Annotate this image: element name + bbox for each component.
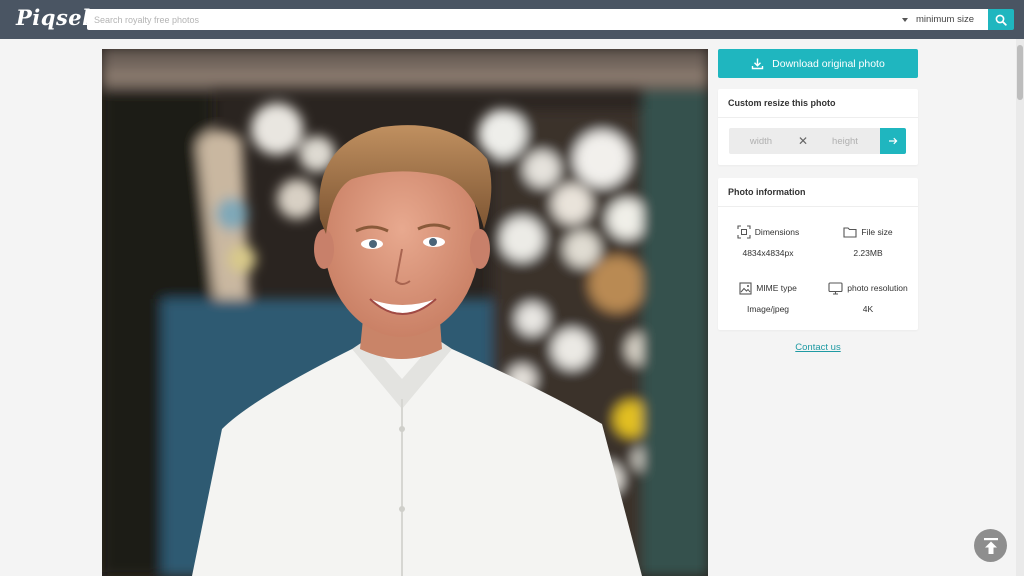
- mime-type-value: Image/jpeg: [746, 304, 790, 314]
- search-bar: minimum size: [87, 9, 988, 30]
- file-size-label: File size: [861, 227, 893, 237]
- search-icon: [995, 14, 1007, 26]
- resize-fields: width ✕ height: [729, 128, 880, 154]
- contact-us-link[interactable]: Contact us: [718, 342, 918, 353]
- top-header: Piqsels minimum size: [0, 0, 1024, 39]
- page-scrollbar[interactable]: [1016, 39, 1024, 576]
- info-item-mime-type: MIME type Image/jpeg: [718, 280, 818, 314]
- image-icon: [739, 281, 752, 295]
- photo-illustration: [102, 49, 708, 576]
- photo-information-card: Photo information Dimensions 4834x4834px…: [718, 178, 918, 330]
- photo-resolution-value: 4K: [862, 304, 874, 314]
- download-original-button[interactable]: Download original photo: [718, 49, 918, 78]
- back-to-top-button[interactable]: [974, 529, 1007, 562]
- minimum-size-label: minimum size: [915, 14, 974, 25]
- file-size-value: 2.23MB: [853, 248, 883, 258]
- dimensions-label: Dimensions: [754, 227, 800, 237]
- dimensions-value: 4834x4834px: [742, 248, 794, 258]
- resize-width-field[interactable]: width: [729, 136, 793, 147]
- folder-icon: [843, 227, 857, 238]
- download-original-label: Download original photo: [772, 57, 885, 70]
- custom-resize-card: Custom resize this photo width ✕ height: [718, 89, 918, 165]
- arrow-up-icon: [983, 537, 998, 554]
- photo-resolution-label: photo resolution: [847, 283, 908, 293]
- resize-submit-button[interactable]: [880, 128, 906, 154]
- info-item-dimensions: Dimensions 4834x4834px: [718, 224, 818, 258]
- mime-type-label: MIME type: [756, 283, 797, 293]
- custom-resize-title: Custom resize this photo: [718, 89, 918, 118]
- minimum-size-dropdown[interactable]: minimum size: [901, 9, 974, 30]
- portrait-photo[interactable]: [102, 49, 708, 576]
- times-icon: ✕: [797, 134, 809, 148]
- search-button[interactable]: [988, 9, 1014, 30]
- scrollbar-thumb[interactable]: [1017, 45, 1023, 100]
- caret-down-icon: [901, 17, 908, 22]
- info-item-photo-resolution: photo resolution 4K: [818, 280, 918, 314]
- resize-height-field[interactable]: height: [813, 136, 877, 147]
- resize-form: width ✕ height: [729, 128, 906, 154]
- info-item-file-size: File size 2.23MB: [818, 224, 918, 258]
- photo-information-title: Photo information: [718, 178, 918, 207]
- download-icon: [751, 58, 764, 70]
- dimensions-icon: [737, 225, 751, 239]
- monitor-icon: [828, 281, 843, 295]
- search-input[interactable]: [87, 9, 887, 30]
- arrow-right-icon: [889, 137, 898, 145]
